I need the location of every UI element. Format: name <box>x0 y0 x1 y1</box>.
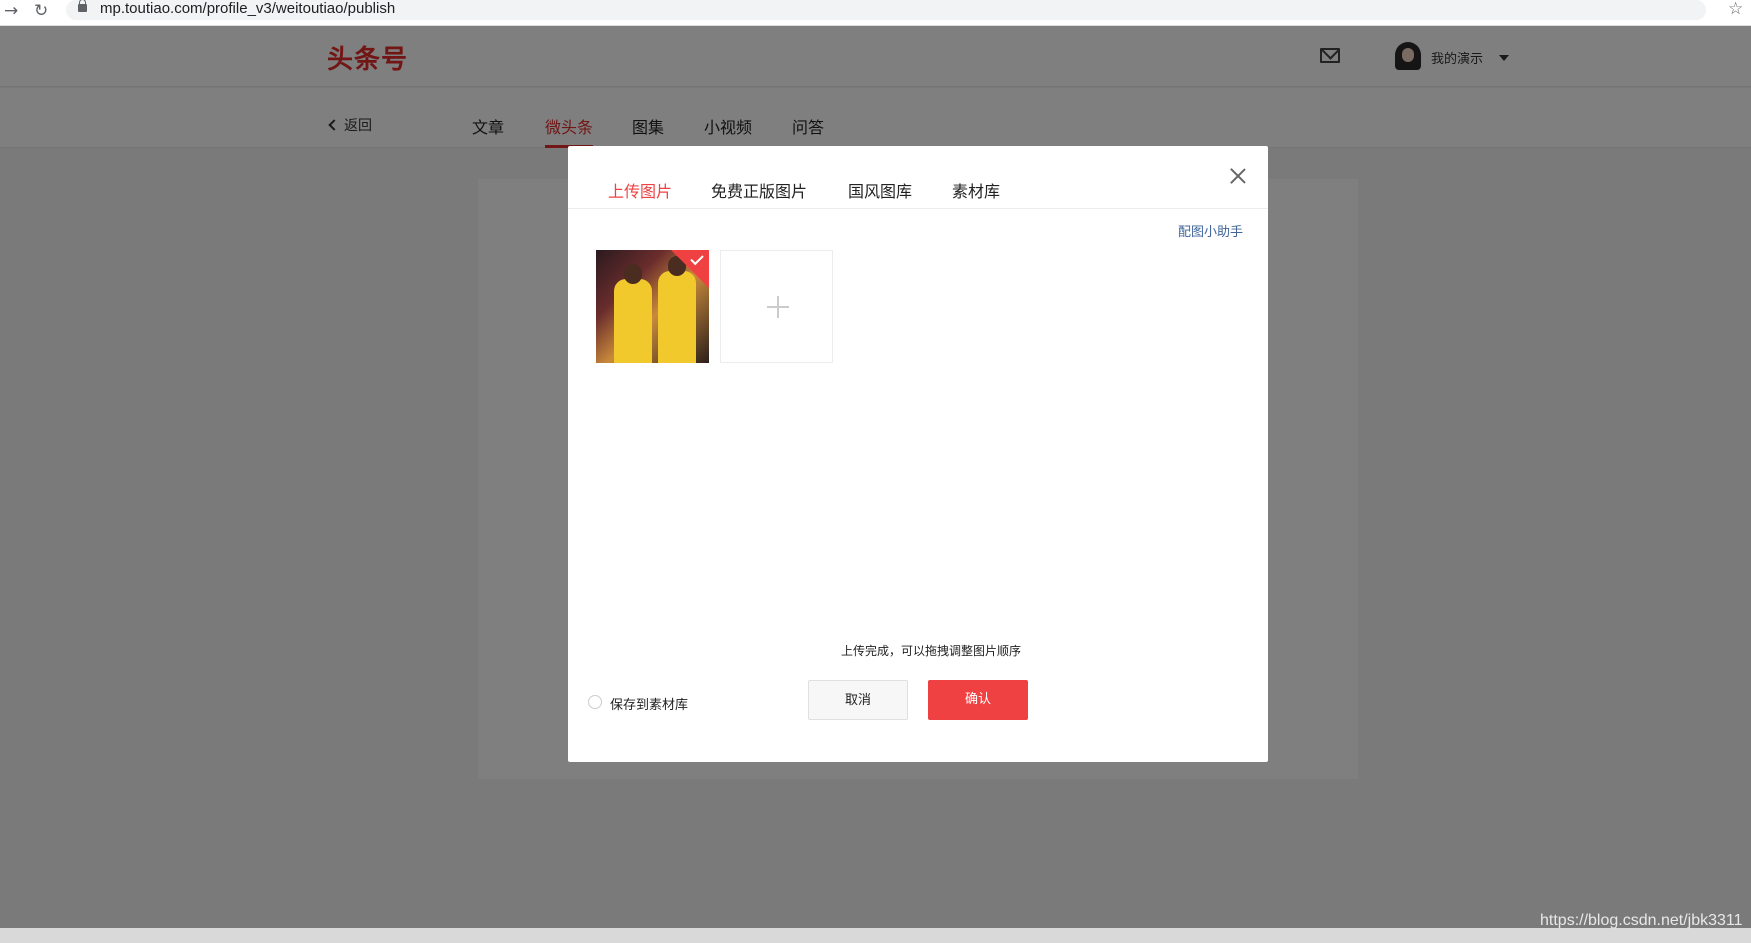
thumbnail-figure <box>624 264 642 284</box>
url-text[interactable]: mp.toutiao.com/profile_v3/weitoutiao/pub… <box>100 0 395 18</box>
forward-icon[interactable]: → <box>4 1 18 21</box>
tab-free-images[interactable]: 免费正版图片 <box>711 178 807 202</box>
reload-icon[interactable]: ↻ <box>34 1 48 21</box>
add-image-button[interactable] <box>720 250 833 363</box>
image-helper-link[interactable]: 配图小助手 <box>1178 221 1243 240</box>
cancel-button[interactable]: 取消 <box>808 680 908 720</box>
browser-toolbar: → ↻ mp.toutiao.com/profile_v3/weitoutiao… <box>0 0 1751 26</box>
bottom-strip <box>0 928 1751 943</box>
bookmark-star-icon[interactable]: ☆ <box>1728 0 1743 19</box>
image-upload-dialog: 上传图片 免费正版图片 国风图库 素材库 配图小助手 上传完成，可以拖拽调整图片… <box>568 146 1268 762</box>
uploaded-image-thumbnail[interactable] <box>596 250 709 363</box>
tab-guofeng-gallery[interactable]: 国风图库 <box>848 178 912 202</box>
lock-icon <box>78 0 87 12</box>
confirm-button[interactable]: 确认 <box>928 680 1028 720</box>
save-to-library-radio[interactable] <box>588 695 602 709</box>
upload-status-text: 上传完成，可以拖拽调整图片顺序 <box>840 644 1021 658</box>
close-icon[interactable] <box>1228 166 1248 186</box>
dialog-tabs: 上传图片 免费正版图片 国风图库 素材库 <box>568 146 1268 209</box>
tab-upload-image[interactable]: 上传图片 <box>608 178 672 202</box>
save-to-library-label[interactable]: 保存到素材库 <box>610 694 688 713</box>
plus-icon <box>767 296 789 318</box>
thumbnail-figure <box>614 279 652 363</box>
watermark: https://blog.csdn.net/jbk3311 <box>1540 912 1743 929</box>
tab-material-library[interactable]: 素材库 <box>952 178 1000 202</box>
